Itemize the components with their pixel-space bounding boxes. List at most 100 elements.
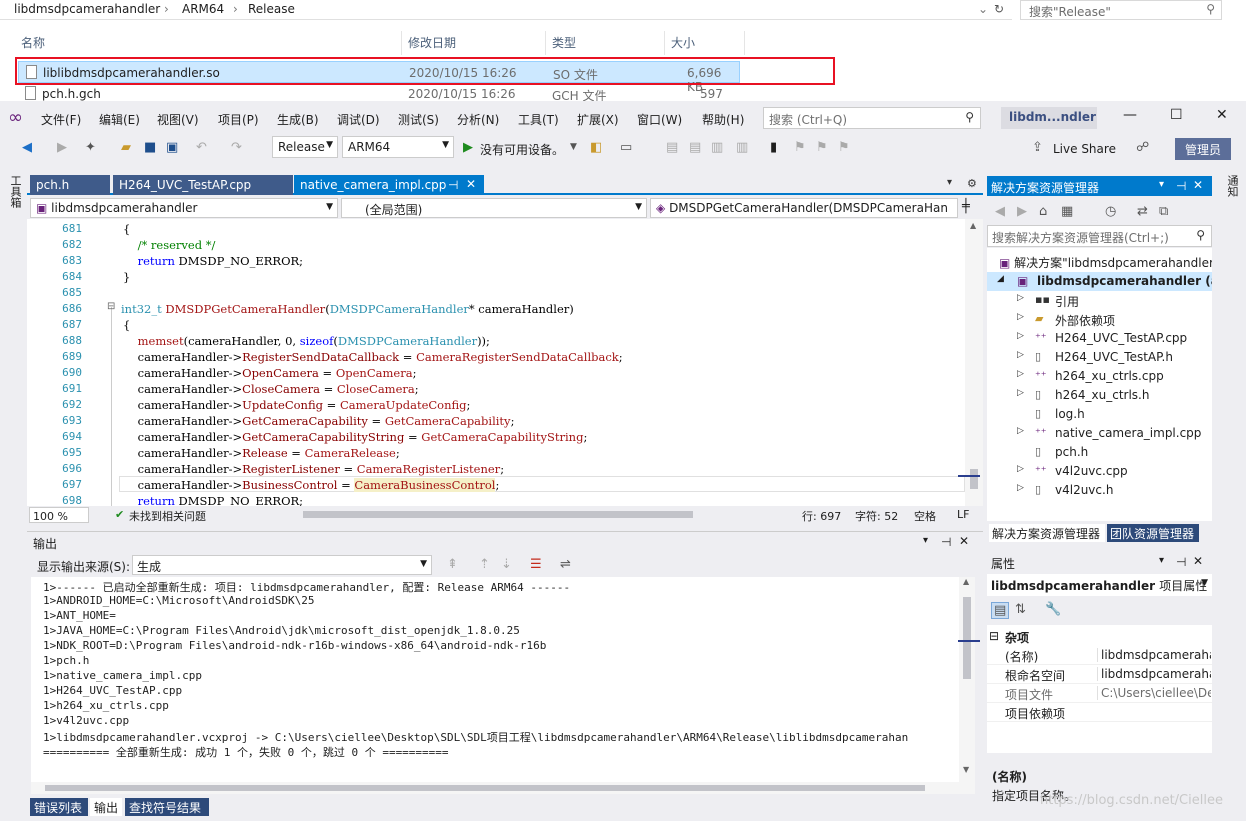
split-icon[interactable]: ╪ [962, 199, 970, 214]
history-icon[interactable]: ◷ [1105, 204, 1116, 219]
outdent-icon[interactable]: ▤ [689, 140, 701, 155]
collapse-icon[interactable]: ⊟ [989, 629, 999, 643]
address-bar[interactable]: libdmsdpcamerahandler › ARM64 › Release … [0, 0, 1012, 20]
refresh-icon[interactable]: ↻ [994, 2, 1004, 16]
notifications-tab[interactable]: 通知 [1224, 175, 1240, 197]
tree-item[interactable]: ▷ ▰ 外部依赖项 [987, 310, 1212, 329]
redo-icon[interactable]: ↷ [231, 140, 242, 155]
expand-icon[interactable]: ▷ [1017, 369, 1024, 379]
menu-tools[interactable]: 工具(T) [518, 111, 559, 128]
chevron-down-icon[interactable]: ⌄ [978, 2, 988, 16]
save-icon[interactable]: ■ [144, 140, 156, 155]
tree-item[interactable]: ▷ ⁺⁺ v4l2uvc.cpp [987, 462, 1212, 481]
output-scrollbar[interactable]: ▲ ▼ [959, 577, 975, 782]
new-item-icon[interactable]: ✦ [85, 140, 96, 155]
menu-build[interactable]: 生成(B) [277, 111, 319, 128]
tree-item[interactable]: ▷ ▯ H264_UVC_TestAP.h [987, 348, 1212, 367]
indent-icon[interactable]: ▤ [666, 140, 678, 155]
tree-item[interactable]: ▷ ▪▪ 引用 [987, 291, 1212, 310]
menu-view[interactable]: 视图(V) [157, 111, 199, 128]
menu-test[interactable]: 测试(S) [398, 111, 439, 128]
tab-team-explorer[interactable]: 团队资源管理器 [1107, 524, 1199, 542]
menu-debug[interactable]: 调试(D) [337, 111, 380, 128]
minimize-icon[interactable]: — [1123, 107, 1137, 123]
tab-native-camera-impl[interactable]: native_camera_impl.cpp ⊣ ✕ [294, 175, 484, 195]
tab-find-symbol[interactable]: 查找符号结果 [125, 798, 209, 816]
code-editor[interactable]: 681 682 683 684 685 686 687 688 689 690 691 692 693 6… [27, 219, 983, 506]
column-date[interactable]: 修改日期 [402, 31, 546, 55]
tree-project-selected[interactable]: ◢ ▣ libdmsdpcamerahandler (and [987, 272, 1212, 291]
solution-search-input[interactable]: 搜索解决方案资源管理器(Ctrl+;) ⚲ [987, 225, 1212, 247]
project-nav-dropdown[interactable]: ▣ libdmsdpcamerahandler ▼ [30, 198, 338, 218]
platform-dropdown[interactable]: ARM64 ▼ [342, 136, 454, 158]
forward-icon[interactable]: ▶ [1017, 204, 1027, 219]
close-icon[interactable]: ✕ [1216, 107, 1228, 123]
tree-item[interactable]: ▷ ▯ h264_xu_ctrls.h [987, 386, 1212, 405]
expand-icon[interactable]: ▷ [1017, 293, 1024, 303]
zoom-dropdown[interactable]: 100 % [29, 507, 89, 523]
bookmark-icon[interactable]: ▮ [770, 140, 777, 155]
tab-pch-h[interactable]: pch.h [30, 175, 110, 195]
breadcrumb-part[interactable]: libdmsdpcamerahandler [14, 2, 160, 16]
menu-extensions[interactable]: 扩展(X) [577, 111, 619, 128]
scroll-thumb[interactable] [963, 597, 971, 679]
dropdown-icon[interactable]: ▾ [1159, 555, 1164, 566]
close-icon[interactable]: ✕ [466, 177, 476, 191]
prev-msg-icon[interactable]: ⇡ [479, 557, 490, 572]
horizontal-scroll-thumb[interactable] [303, 511, 693, 518]
menu-help[interactable]: 帮助(H) [702, 111, 744, 128]
word-wrap-icon[interactable]: ⇌ [560, 557, 571, 572]
scroll-thumb[interactable] [970, 469, 978, 489]
open-folder-icon[interactable]: ▰ [121, 140, 131, 155]
chevron-down-icon[interactable]: ▼ [570, 142, 577, 152]
scroll-down-icon[interactable]: ▼ [963, 765, 969, 774]
gear-icon[interactable]: ⚙ [967, 177, 977, 190]
run-button[interactable]: 没有可用设备。 [480, 141, 564, 158]
menu-file[interactable]: 文件(F) [41, 111, 81, 128]
uncomment-icon[interactable]: ▥ [736, 140, 748, 155]
tree-solution-root[interactable]: ▣ 解决方案"libdmsdpcamerahandler [999, 254, 1212, 271]
menu-window[interactable]: 窗口(W) [637, 111, 682, 128]
tree-item[interactable]: ▷ ⁺⁺ H264_UVC_TestAP.cpp [987, 329, 1212, 348]
config-dropdown[interactable]: Release ▼ [272, 136, 338, 158]
alphabetical-icon[interactable]: ⇅ [1015, 602, 1026, 617]
tree-item[interactable]: ▷ ⁺⁺ native_camera_impl.cpp [987, 424, 1212, 443]
clear-all-icon[interactable]: ☰ [530, 557, 542, 572]
property-row[interactable]: (名称) libdmsdpcameraha [987, 646, 1212, 665]
close-icon[interactable]: ✕ [1193, 554, 1203, 568]
home-icon[interactable]: ⌂ [1039, 204, 1047, 219]
scope-nav-dropdown[interactable]: (全局范围) ▼ [341, 198, 647, 218]
save-all-icon[interactable]: ▣ [166, 140, 178, 155]
tree-item[interactable]: ▷ ⁺⁺ h264_xu_ctrls.cpp [987, 367, 1212, 386]
expand-icon[interactable]: ▷ [1017, 426, 1024, 436]
back-icon[interactable]: ◀ [22, 140, 32, 155]
sync-icon[interactable]: ⇄ [1137, 204, 1148, 219]
issues-status[interactable]: 未找到相关问题 [129, 508, 206, 524]
property-row[interactable]: 项目文件 C:\Users\ciellee\Des [987, 684, 1212, 703]
goto-icon[interactable]: ⇞ [447, 557, 458, 572]
tree-item[interactable]: ▯ pch.h [987, 443, 1212, 462]
tree-item[interactable]: ▯ log.h [987, 405, 1212, 424]
breadcrumb-part[interactable]: ARM64 [182, 2, 224, 16]
output-text-area[interactable]: 1>------ 已启动全部重新生成: 项目: libdmsdpcameraha… [31, 577, 975, 782]
vertical-scrollbar[interactable]: ▲ [965, 219, 983, 506]
menu-analyze[interactable]: 分析(N) [457, 111, 499, 128]
next-msg-icon[interactable]: ⇣ [501, 557, 512, 572]
pin-icon[interactable]: ⊣ [1176, 179, 1186, 193]
window-icon[interactable]: ▭ [620, 140, 632, 155]
admin-badge[interactable]: 管理员 [1175, 138, 1231, 160]
bookmark-clear-icon[interactable]: ⚑ [838, 140, 850, 155]
scroll-up-icon[interactable]: ▲ [970, 221, 976, 230]
tab-error-list[interactable]: 错误列表 [30, 798, 88, 816]
menu-edit[interactable]: 编辑(E) [99, 111, 140, 128]
property-row[interactable]: 根命名空间 libdmsdpcameraha [987, 665, 1212, 684]
find-icon[interactable]: ◧ [590, 140, 602, 155]
tab-output[interactable]: 输出 [90, 798, 122, 816]
live-share-button[interactable]: Live Share [1053, 142, 1116, 156]
property-pages-icon[interactable]: 🔧 [1045, 602, 1061, 617]
expand-icon[interactable]: ▷ [1017, 312, 1024, 322]
pin-icon[interactable]: ⊣ [448, 178, 458, 192]
close-icon[interactable]: ✕ [959, 534, 969, 548]
expand-icon[interactable]: ▷ [1017, 388, 1024, 398]
close-icon[interactable]: ✕ [1193, 178, 1203, 192]
